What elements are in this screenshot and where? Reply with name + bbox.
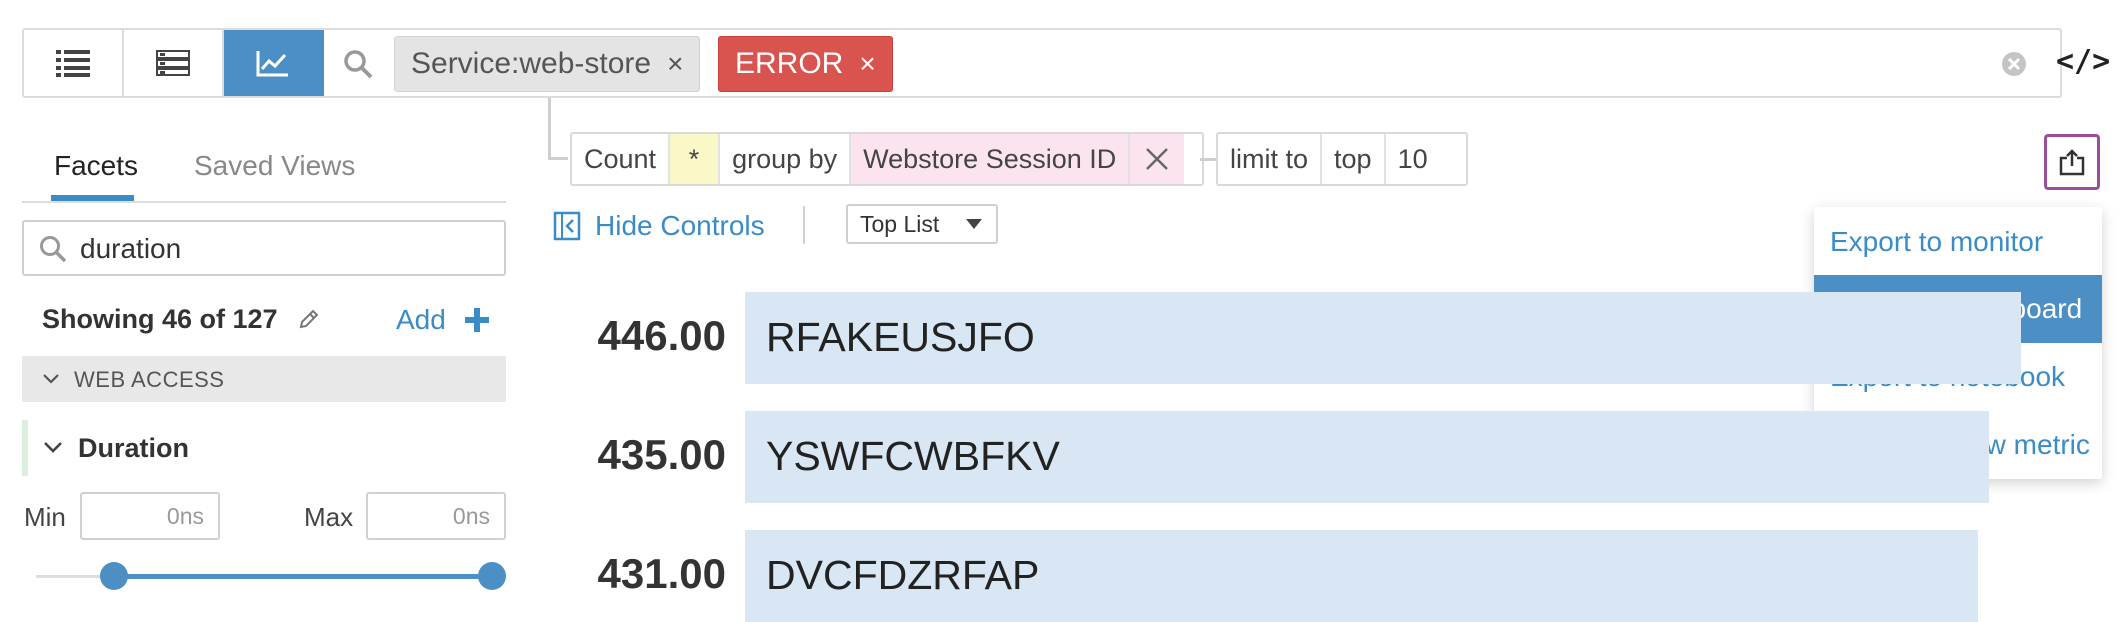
top-list-value: 431.00 bbox=[597, 550, 726, 597]
filter-tag-service[interactable]: Service:web-store × bbox=[394, 36, 701, 92]
limit-builder[interactable]: limit to top 10 bbox=[1216, 132, 1468, 186]
remove-group-by-button[interactable] bbox=[1130, 134, 1185, 184]
table-icon bbox=[156, 50, 190, 76]
active-tab-indicator bbox=[51, 195, 134, 201]
limit-label: limit to bbox=[1218, 134, 1323, 184]
top-list-value: 435.00 bbox=[597, 431, 726, 478]
top-list-value: 446.00 bbox=[597, 312, 726, 359]
filter-tag-label: Service:web-store bbox=[411, 47, 652, 80]
search-icon bbox=[40, 236, 67, 263]
search-icon bbox=[344, 50, 373, 79]
measure-select[interactable]: Count bbox=[572, 134, 671, 184]
clear-search-icon[interactable] bbox=[2000, 50, 2028, 78]
hide-controls-label: Hide Controls bbox=[595, 210, 765, 241]
line-chart-icon bbox=[256, 51, 288, 77]
facet-search-value: duration bbox=[80, 233, 182, 264]
pencil-icon[interactable] bbox=[297, 307, 321, 331]
chevron-down-icon bbox=[966, 219, 982, 229]
remove-tag-icon[interactable]: × bbox=[667, 48, 683, 80]
limit-mode-select[interactable]: top bbox=[1322, 134, 1386, 184]
top-list-label: RFAKEUSJFO bbox=[766, 314, 1035, 360]
tab-divider bbox=[22, 201, 506, 203]
export-button[interactable] bbox=[2044, 134, 2100, 190]
divider bbox=[803, 206, 805, 244]
list-icon bbox=[56, 50, 90, 77]
chevron-down-icon[interactable] bbox=[42, 436, 64, 458]
code-toggle-icon[interactable]: </> bbox=[2056, 44, 2110, 79]
limit-value-select[interactable]: 10 bbox=[1386, 134, 1440, 184]
plus-icon bbox=[464, 308, 489, 332]
field-select[interactable]: * bbox=[670, 134, 721, 184]
min-input[interactable]: 0ns bbox=[80, 492, 220, 540]
max-label: Max bbox=[304, 502, 354, 532]
facet-title: Duration bbox=[78, 433, 189, 463]
collapse-panel-icon bbox=[553, 211, 581, 241]
facet-count-text: Showing 46 of 127 bbox=[42, 304, 278, 334]
max-input[interactable]: 0ns bbox=[366, 492, 506, 540]
group-by-label: group by bbox=[720, 134, 852, 184]
min-label: Min bbox=[24, 502, 66, 532]
chevron-down-icon bbox=[43, 374, 59, 384]
filter-tag-label: ERROR bbox=[735, 47, 844, 80]
analytics-view-button[interactable] bbox=[224, 30, 324, 96]
query-builder[interactable]: Count * group by Webstore Session ID bbox=[570, 132, 1204, 186]
list-view-button[interactable] bbox=[24, 30, 124, 96]
visualization-value: Top List bbox=[860, 210, 940, 237]
tab-facets[interactable]: Facets bbox=[54, 150, 138, 182]
range-min-handle[interactable] bbox=[100, 562, 128, 590]
close-icon bbox=[1146, 148, 1169, 170]
range-max-handle[interactable] bbox=[478, 562, 506, 590]
group-by-select[interactable]: Webstore Session ID bbox=[851, 134, 1131, 184]
hide-controls-button[interactable]: Hide Controls bbox=[553, 206, 765, 246]
top-list-label: YSWFCWBFKV bbox=[766, 433, 1060, 479]
query-connector bbox=[548, 98, 568, 160]
facet-marker bbox=[22, 420, 28, 476]
share-icon bbox=[2059, 149, 2085, 176]
add-facet-button[interactable]: Add bbox=[396, 304, 490, 336]
tab-saved-views[interactable]: Saved Views bbox=[194, 150, 355, 182]
table-view-button[interactable] bbox=[124, 30, 224, 96]
facet-group-label: WEB ACCESS bbox=[74, 367, 225, 392]
remove-tag-icon[interactable]: × bbox=[859, 48, 875, 80]
filter-tag-status[interactable]: ERROR × bbox=[718, 36, 893, 92]
range-slider-track[interactable] bbox=[114, 574, 492, 579]
add-facet-label: Add bbox=[396, 304, 446, 335]
facet-group-web-access[interactable]: WEB ACCESS bbox=[22, 356, 506, 402]
export-to-monitor-item[interactable]: Export to monitor bbox=[1814, 208, 2102, 276]
facet-count: Showing 46 of 127 bbox=[42, 304, 321, 335]
search-bar[interactable]: Service:web-store × ERROR × bbox=[22, 28, 2062, 98]
facet-search-input[interactable]: duration bbox=[22, 220, 506, 276]
